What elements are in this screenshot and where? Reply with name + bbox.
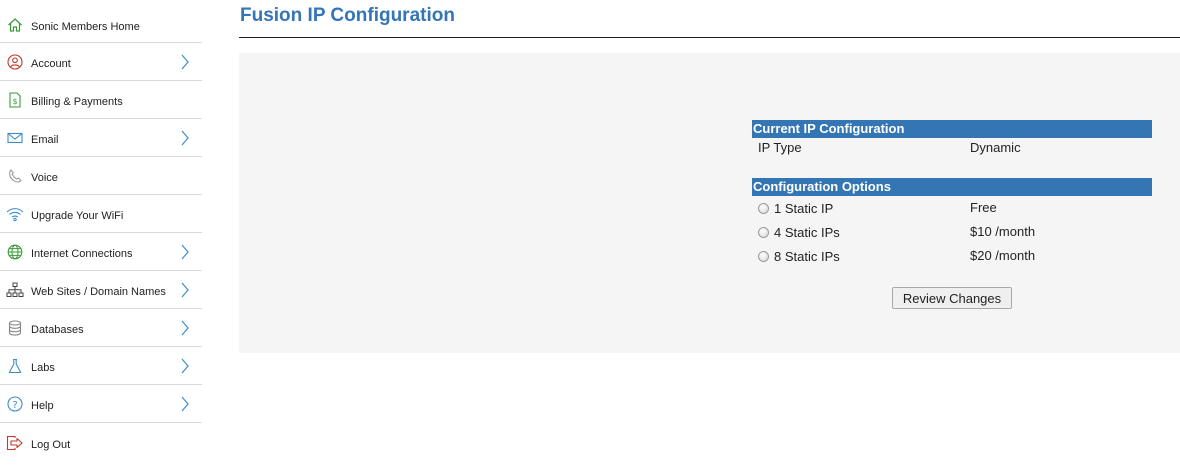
sidebar-item-labs[interactable]: Labs	[0, 348, 202, 385]
chevron-right-icon	[181, 358, 189, 374]
page-title: Fusion IP Configuration	[240, 5, 455, 26]
envelope-icon	[6, 129, 24, 147]
help-icon: ?	[6, 395, 24, 413]
sidebar-item-label: Web Sites / Domain Names	[31, 286, 166, 298]
option-4-static-ips[interactable]: 4 Static IPs	[758, 225, 840, 240]
sidebar-item-label: Voice	[31, 172, 58, 184]
home-icon	[6, 16, 24, 34]
sidebar-item-label: Sonic Members Home	[31, 21, 140, 33]
flask-icon	[6, 357, 24, 375]
invoice-icon: $	[6, 91, 24, 109]
sidebar-item-label: Billing & Payments	[31, 96, 123, 108]
database-icon	[6, 319, 24, 337]
sidebar-item-label: Account	[31, 58, 71, 70]
sidebar-item-label: Databases	[31, 324, 84, 336]
svg-text:?: ?	[12, 400, 17, 411]
sidebar-item-label: Email	[31, 134, 59, 146]
sidebar-item-help[interactable]: ? Help	[0, 386, 202, 423]
chevron-right-icon	[181, 320, 189, 336]
sidebar-item-internet[interactable]: Internet Connections	[0, 234, 202, 271]
config-panel	[239, 53, 1180, 353]
chevron-right-icon	[181, 396, 189, 412]
logout-icon	[6, 434, 24, 452]
config-options-header: Configuration Options	[752, 178, 1152, 196]
sidebar-item-wifi[interactable]: Upgrade Your WiFi	[0, 196, 202, 233]
sidebar-item-websites[interactable]: Web Sites / Domain Names	[0, 272, 202, 309]
svg-text:$: $	[12, 97, 17, 106]
option-price: $10 /month	[970, 224, 1036, 239]
sidebar-nav: Sonic Members Home Account $ Billing & P…	[0, 0, 202, 461]
radio-button[interactable]	[758, 251, 769, 262]
chevron-right-icon	[181, 54, 189, 70]
option-price: Free	[970, 200, 997, 215]
sidebar-item-label: Internet Connections	[31, 248, 133, 260]
globe-icon	[6, 243, 24, 261]
review-changes-button[interactable]: Review Changes	[892, 287, 1012, 309]
option-label: 8 Static IPs	[774, 249, 840, 264]
title-divider	[239, 37, 1180, 38]
sidebar-item-email[interactable]: Email	[0, 120, 202, 157]
sidebar-item-logout[interactable]: Log Out	[0, 424, 202, 461]
sidebar-item-billing[interactable]: $ Billing & Payments	[0, 82, 202, 119]
radio-button[interactable]	[758, 227, 769, 238]
ip-type-label: IP Type	[758, 140, 802, 155]
chevron-right-icon	[181, 282, 189, 298]
sidebar-item-voice[interactable]: Voice	[0, 158, 202, 195]
sidebar-item-label: Upgrade Your WiFi	[31, 210, 124, 222]
option-label: 4 Static IPs	[774, 225, 840, 240]
option-8-static-ips[interactable]: 8 Static IPs	[758, 249, 840, 264]
sidebar-item-home[interactable]: Sonic Members Home	[0, 0, 202, 43]
sidebar-item-label: Help	[31, 400, 54, 412]
sidebar-item-label: Log Out	[31, 438, 71, 451]
option-price: $20 /month	[970, 248, 1036, 263]
option-label: 1 Static IP	[774, 201, 834, 216]
chevron-right-icon	[181, 130, 189, 146]
user-icon	[6, 53, 24, 71]
chevron-right-icon	[181, 244, 189, 260]
sidebar-item-label: Labs	[31, 362, 55, 374]
wifi-icon	[6, 205, 24, 223]
sidebar-item-databases[interactable]: Databases	[0, 310, 202, 347]
phone-icon	[6, 167, 24, 185]
ip-type-value: Dynamic	[970, 140, 1021, 155]
option-1-static-ip[interactable]: 1 Static IP	[758, 201, 833, 216]
sitemap-icon	[6, 281, 24, 299]
sidebar-item-account[interactable]: Account	[0, 44, 202, 81]
current-config-header: Current IP Configuration	[752, 120, 1152, 138]
radio-button[interactable]	[758, 203, 769, 214]
